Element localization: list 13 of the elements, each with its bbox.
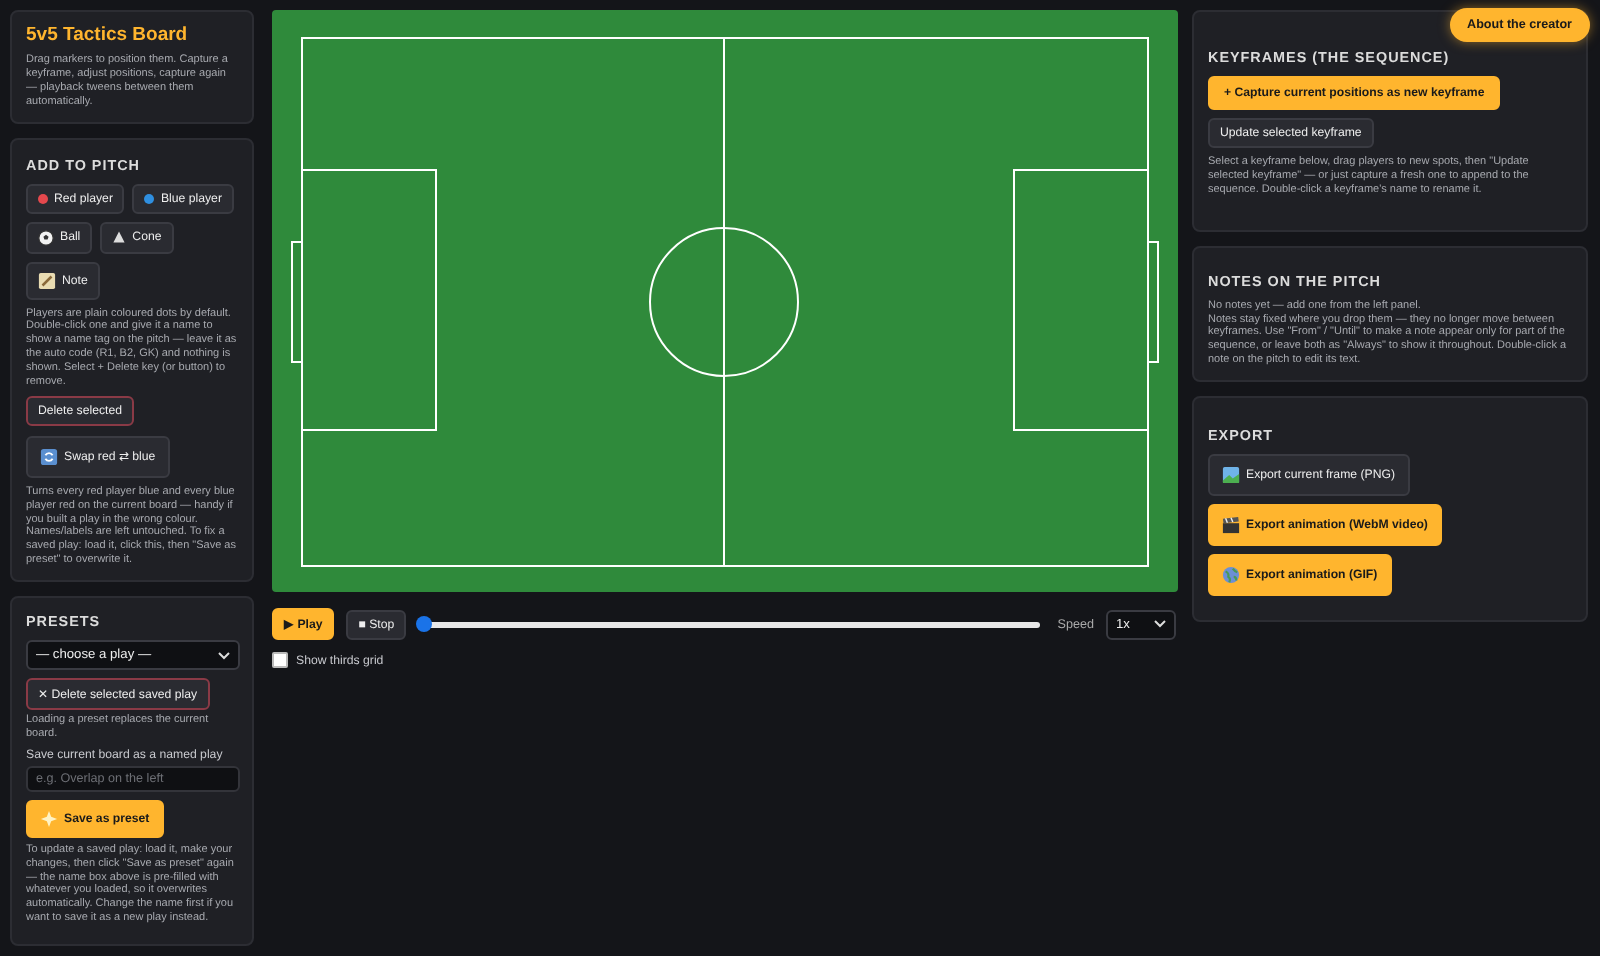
sparkle-icon	[40, 809, 58, 828]
note-icon	[38, 271, 56, 289]
ball-icon	[38, 229, 54, 245]
picture-icon	[1222, 466, 1240, 484]
thirds-grid-checkbox[interactable]	[272, 652, 288, 668]
timeline-thumb[interactable]	[416, 616, 433, 632]
clapperboard-icon	[1222, 516, 1240, 534]
globe-icon	[1222, 566, 1240, 584]
caret-icon	[218, 651, 230, 659]
swap-icon	[40, 447, 58, 466]
app-title: 5v5 Tactics Board	[26, 24, 188, 46]
cone-icon	[112, 230, 127, 244]
caret-icon	[1154, 620, 1166, 628]
